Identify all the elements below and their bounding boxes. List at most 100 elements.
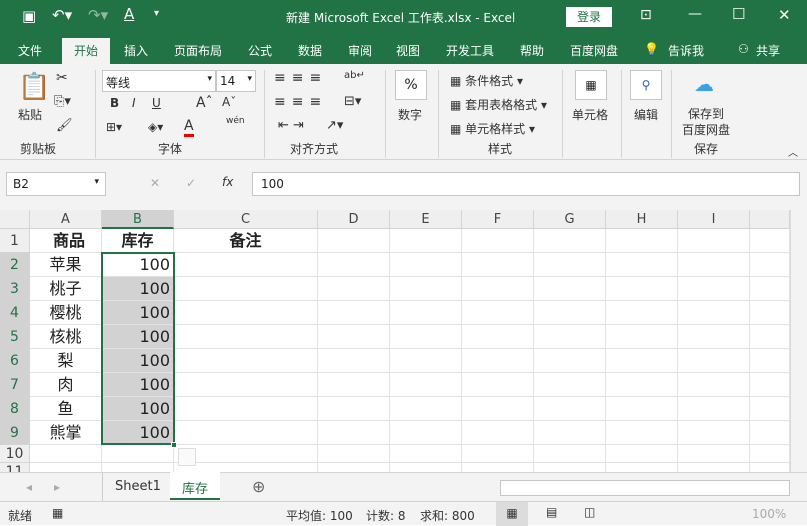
cell[interactable]	[174, 325, 318, 349]
baidu-cloud-icon[interactable]: ☁	[694, 72, 714, 96]
cell[interactable]	[318, 397, 390, 421]
row-header-3[interactable]: 3	[0, 277, 30, 301]
tab-baidu[interactable]: 百度网盘	[570, 42, 618, 59]
cell[interactable]	[174, 421, 318, 445]
sheet-tab-stock[interactable]: 库存	[170, 472, 221, 500]
cell[interactable]	[318, 445, 390, 463]
cell[interactable]	[534, 301, 606, 325]
spreadsheet-grid[interactable]: A B C D E F G H I 1 2 3 4 5 6 7 8 9 10 11 商品 库存 备注 苹果 100 桃子 100 樱桃…	[0, 210, 790, 472]
redo-icon[interactable]: ↷▾	[88, 6, 108, 24]
collapse-ribbon-icon[interactable]: ︿	[788, 144, 798, 159]
cell[interactable]	[750, 253, 790, 277]
merge-icon[interactable]: ⊟▾	[344, 94, 361, 109]
cell[interactable]	[390, 229, 462, 253]
cell[interactable]	[318, 325, 390, 349]
cell[interactable]	[750, 373, 790, 397]
cell[interactable]	[390, 325, 462, 349]
paste-icon[interactable]: 📋	[18, 72, 50, 102]
cell[interactable]	[534, 277, 606, 301]
indent-icons[interactable]: ⇤ ⇥	[278, 118, 304, 133]
cell[interactable]	[102, 463, 174, 472]
horizontal-align-icons[interactable]: ≡≡≡	[274, 94, 327, 110]
cell[interactable]	[318, 277, 390, 301]
sheet-tab-sheet1[interactable]: Sheet1	[102, 473, 173, 501]
horizontal-scrollbar[interactable]	[500, 480, 790, 496]
tab-page-layout[interactable]: 页面布局	[174, 42, 222, 59]
row-header-4[interactable]: 4	[0, 301, 30, 325]
cell[interactable]	[678, 421, 750, 445]
tab-help[interactable]: 帮助	[520, 42, 544, 59]
cell[interactable]	[318, 253, 390, 277]
column-header-H[interactable]: H	[606, 210, 678, 229]
header-cell[interactable]: 备注	[174, 229, 318, 253]
quick-analysis-icon[interactable]	[178, 448, 196, 466]
italic-button[interactable]: I	[132, 96, 136, 110]
cell[interactable]	[390, 421, 462, 445]
cell[interactable]	[462, 397, 534, 421]
row-header-1[interactable]: 1	[0, 229, 30, 253]
underline-button[interactable]: U	[152, 96, 161, 110]
row-header-2[interactable]: 2	[0, 253, 30, 277]
edit-button[interactable]: 编辑	[634, 106, 658, 123]
item-cell[interactable]: 熊掌	[30, 421, 102, 445]
page-layout-view-icon[interactable]: ▤	[546, 505, 557, 519]
cell[interactable]	[534, 325, 606, 349]
cell[interactable]	[750, 463, 790, 472]
cell[interactable]	[534, 373, 606, 397]
cell-style-button[interactable]: ▦ 单元格样式 ▾	[450, 120, 535, 137]
cell[interactable]	[30, 463, 102, 472]
save-icon[interactable]: ▣	[22, 7, 36, 25]
cell[interactable]	[390, 349, 462, 373]
minimize-icon[interactable]: —	[688, 6, 702, 22]
cell[interactable]	[462, 421, 534, 445]
cell[interactable]	[318, 373, 390, 397]
cell[interactable]	[678, 463, 750, 472]
cell[interactable]	[534, 463, 606, 472]
cell[interactable]	[462, 463, 534, 472]
cell[interactable]	[462, 349, 534, 373]
cell[interactable]	[390, 397, 462, 421]
header-cell[interactable]: 库存	[102, 229, 174, 253]
cell[interactable]	[606, 325, 678, 349]
tab-formulas[interactable]: 公式	[248, 42, 272, 59]
tab-developer[interactable]: 开发工具	[446, 42, 494, 59]
column-header-A[interactable]: A	[30, 210, 102, 229]
header-cell[interactable]: 商品	[30, 229, 102, 253]
cell[interactable]	[390, 253, 462, 277]
cell[interactable]	[606, 445, 678, 463]
row-header-11[interactable]: 11	[0, 463, 30, 472]
vertical-align-icons[interactable]: ≡≡≡	[274, 70, 327, 86]
normal-view-icon[interactable]: ▦	[496, 502, 528, 526]
item-cell[interactable]: 桃子	[30, 277, 102, 301]
tab-view[interactable]: 视图	[396, 42, 420, 59]
fill-handle[interactable]	[171, 442, 177, 448]
cell[interactable]	[606, 421, 678, 445]
column-header-C[interactable]: C	[174, 210, 318, 229]
cell[interactable]	[606, 229, 678, 253]
next-sheet-icon[interactable]: ▸	[54, 480, 60, 494]
row-header-6[interactable]: 6	[0, 349, 30, 373]
tell-me[interactable]: 告诉我	[668, 42, 704, 59]
page-break-view-icon[interactable]: ◫	[584, 505, 595, 519]
tab-home[interactable]: 开始	[62, 38, 111, 64]
column-header-I[interactable]: I	[678, 210, 750, 229]
cell[interactable]	[534, 421, 606, 445]
cell[interactable]	[534, 445, 606, 463]
cell[interactable]	[678, 253, 750, 277]
cell[interactable]	[390, 301, 462, 325]
cell[interactable]	[462, 229, 534, 253]
find-icon[interactable]: ⚲	[630, 70, 662, 100]
cell[interactable]	[606, 463, 678, 472]
cell[interactable]	[750, 229, 790, 253]
orientation-icon[interactable]: ↗▾	[326, 118, 343, 133]
cancel-icon[interactable]: ✕	[150, 176, 160, 190]
item-cell[interactable]: 樱桃	[30, 301, 102, 325]
row-header-10[interactable]: 10	[0, 445, 30, 463]
font-name-select[interactable]: 等线 ▾	[102, 70, 216, 92]
format-painter-icon[interactable]: 🖌	[56, 118, 73, 133]
number-button[interactable]: 数字	[398, 106, 422, 123]
prev-sheet-icon[interactable]: ◂	[26, 480, 32, 494]
cell[interactable]	[318, 463, 390, 472]
cell[interactable]	[750, 325, 790, 349]
cell[interactable]	[534, 253, 606, 277]
